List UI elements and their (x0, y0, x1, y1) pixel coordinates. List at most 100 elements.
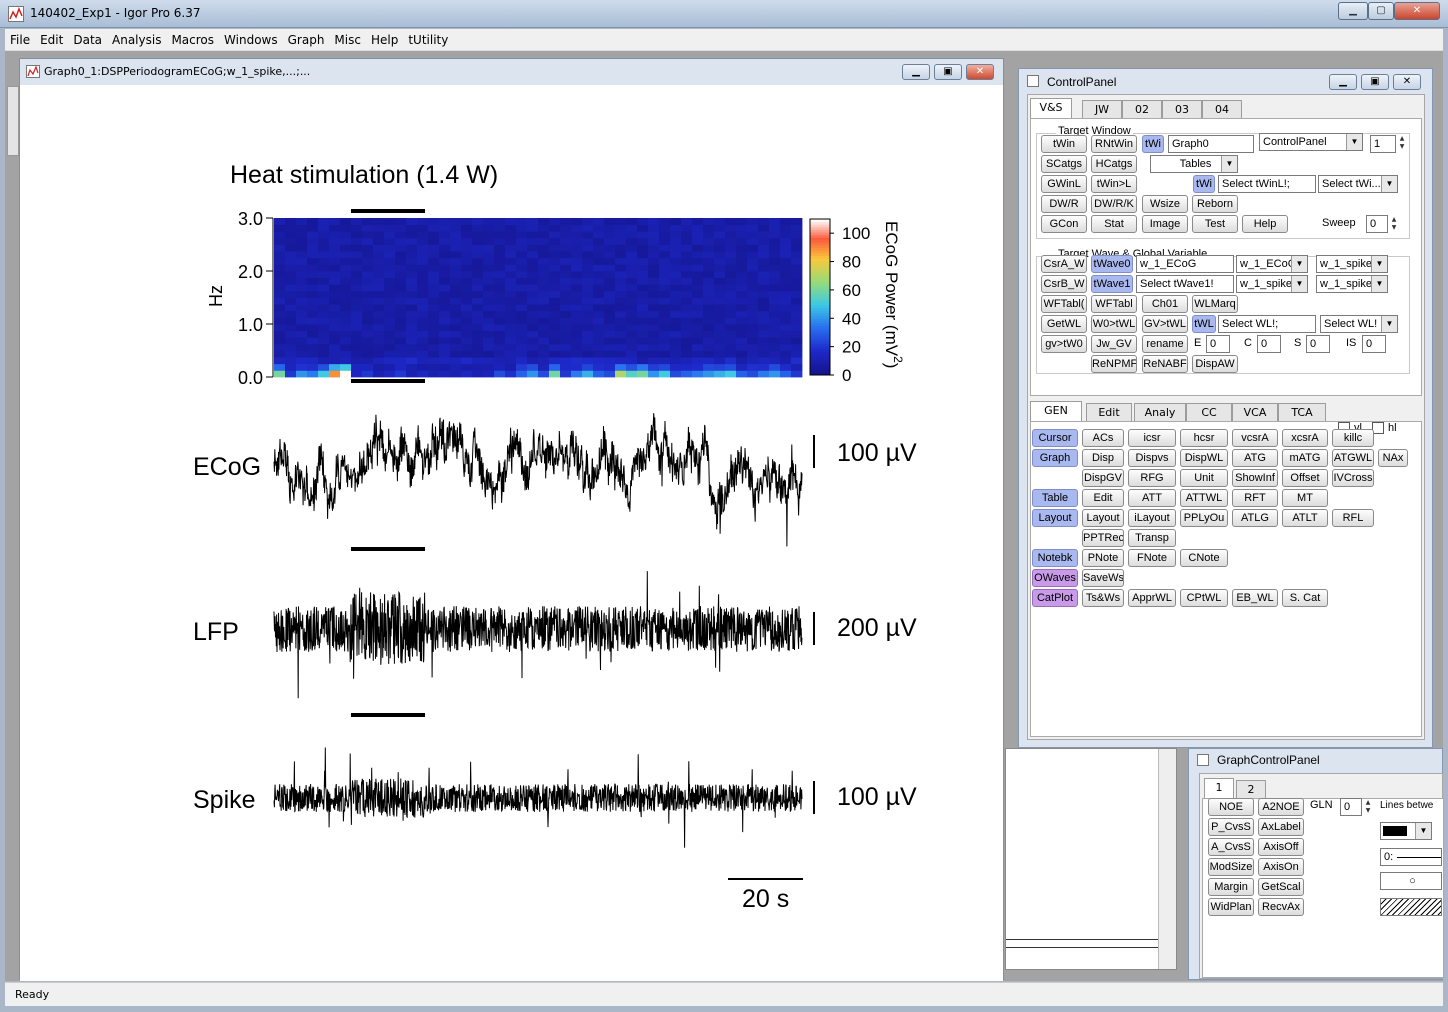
controlpanel-select[interactable]: ControlPanel ▼ (1259, 133, 1363, 151)
a2noe-button[interactable]: A2NOE (1258, 798, 1304, 816)
gen-dispgv-button[interactable]: DispGV (1082, 469, 1124, 487)
gen-acs-button[interactable]: ACs (1082, 429, 1124, 447)
window-number-input[interactable]: 1 (1370, 135, 1396, 153)
menu-tutility[interactable]: tUtility (403, 29, 453, 51)
w0-twl-button[interactable]: W0>tWL (1091, 315, 1137, 333)
gcp-tab-2[interactable]: 2 (1236, 780, 1266, 798)
wl-select[interactable]: Select WL! ▼ (1320, 315, 1398, 333)
gen-ivcross-button[interactable]: IVCross (1332, 469, 1374, 487)
twi-button[interactable]: tWi (1142, 135, 1164, 153)
gen-s-cat-button[interactable]: S. Cat (1282, 589, 1328, 607)
a-cvss-button[interactable]: A_CvsS (1208, 838, 1254, 856)
dw-r-button[interactable]: DW/R (1041, 195, 1087, 213)
scatgs-button[interactable]: SCatgs (1041, 155, 1087, 173)
tab-tca[interactable]: TCA (1278, 403, 1326, 421)
getwl-button[interactable]: GetWL (1041, 315, 1087, 333)
tab-analy[interactable]: Analy (1134, 403, 1186, 421)
gen-eb-wl-button[interactable]: EB_WL (1232, 589, 1278, 607)
twi-select[interactable]: Select tWi... ▼ (1318, 175, 1398, 193)
rntwin-button[interactable]: RNtWin (1091, 135, 1137, 153)
gen-apprwl-button[interactable]: ApprWL (1128, 589, 1176, 607)
tab-gen[interactable]: GEN (1030, 401, 1082, 421)
wftabl-button-2[interactable]: WFTabl (1091, 295, 1137, 313)
gen-rft-button[interactable]: RFT (1232, 489, 1278, 507)
controlpanel-close-button[interactable]: ✕ (1393, 74, 1421, 90)
image-button[interactable]: Image (1142, 215, 1188, 233)
gv-twl-button[interactable]: GV>tWL (1142, 315, 1188, 333)
gcon-button[interactable]: GCon (1041, 215, 1087, 233)
test-button[interactable]: Test (1192, 215, 1238, 233)
tab-02[interactable]: 02 (1122, 100, 1162, 118)
axison-button[interactable]: AxisOn (1258, 858, 1304, 876)
minimize-button[interactable]: ▁ (1338, 2, 1368, 20)
margin-button[interactable]: Margin (1208, 878, 1254, 896)
gwinl-button[interactable]: GWinL (1041, 175, 1087, 193)
graph-window[interactable]: Graph0_1:DSPPeriodogramECoG;w_1_spike,..… (19, 58, 1004, 981)
wlmarq-button[interactable]: WLMarq (1192, 295, 1238, 313)
wave-select-3[interactable]: w_1_spike ▼ (1236, 275, 1308, 293)
is-input[interactable]: 0 (1362, 335, 1386, 353)
tab-04[interactable]: 04 (1202, 100, 1242, 118)
gen-icsr-button[interactable]: icsr (1128, 429, 1176, 447)
gen-atg-button[interactable]: ATG (1232, 449, 1278, 467)
gen-graph-button[interactable]: Graph (1032, 449, 1078, 467)
tab-vca[interactable]: VCA (1232, 403, 1278, 421)
controlpanel-restore-button[interactable]: ▣ (1361, 74, 1389, 90)
gen-vcsra-button[interactable]: vcsrA (1232, 429, 1278, 447)
background-window-scrollbar[interactable] (1158, 749, 1176, 969)
gen-cptwl-button[interactable]: CPtWL (1180, 589, 1228, 607)
target-window-input[interactable]: Graph0 (1168, 135, 1254, 153)
menu-graph[interactable]: Graph (283, 29, 330, 51)
help-button[interactable]: Help (1242, 215, 1288, 233)
twave1-input[interactable]: Select tWave1! (1136, 275, 1234, 293)
gen-atgwl-button[interactable]: ATGWL (1332, 449, 1374, 467)
maximize-button[interactable]: ▢ (1368, 2, 1394, 20)
recvax-button[interactable]: RecvAx (1258, 898, 1304, 916)
menu-edit[interactable]: Edit (35, 29, 68, 51)
gen-pnote-button[interactable]: PNote (1082, 549, 1124, 567)
menu-macros[interactable]: Macros (166, 29, 219, 51)
hcatgs-button[interactable]: HCatgs (1091, 155, 1137, 173)
gen-owaves-button[interactable]: OWaves (1032, 569, 1078, 587)
fill-pattern-select[interactable] (1380, 898, 1442, 916)
gen-killc-button[interactable]: killc (1332, 429, 1374, 447)
gen-rfl-button[interactable]: RFL (1332, 509, 1374, 527)
tab-jw[interactable]: JW (1082, 100, 1122, 118)
gen-ilayout-button[interactable]: iLayout (1128, 509, 1176, 527)
gen-pptrec-button[interactable]: PPTRec (1082, 529, 1124, 547)
c-input[interactable]: 0 (1257, 335, 1281, 353)
gen-pplyou-button[interactable]: PPLyOu (1180, 509, 1228, 527)
twave1-button[interactable]: tWave1 (1091, 275, 1133, 293)
gen-dispwl-button[interactable]: DispWL (1180, 449, 1228, 467)
csra-w-button[interactable]: CsrA_W (1041, 255, 1087, 273)
csrb-w-button[interactable]: CsrB_W (1041, 275, 1087, 293)
menu-data[interactable]: Data (68, 29, 107, 51)
twin-button[interactable]: tWin (1041, 135, 1087, 153)
dispaw-button[interactable]: DispAW (1192, 355, 1238, 373)
wl-input[interactable]: Select WL!; (1218, 315, 1316, 333)
renabf-button[interactable]: ReNABF (1142, 355, 1188, 373)
gen-layout-button[interactable]: Layout (1032, 509, 1078, 527)
graph-canvas[interactable]: Heat stimulation (1.4 W) 3.0 2.0 1.0 0.0 Hz… (20, 85, 1003, 981)
wave-select-1[interactable]: w_1_ECoG ▼ (1236, 255, 1308, 273)
tables-select[interactable]: Tables ▼ (1150, 155, 1238, 173)
tab-edit[interactable]: Edit (1086, 403, 1132, 421)
gln-spinner-icon[interactable]: ▲ ▼ (1364, 799, 1372, 815)
window-number-spinner-icon[interactable]: ▲ ▼ (1398, 135, 1406, 151)
ch01-button[interactable]: Ch01 (1142, 295, 1188, 313)
twi-button-2[interactable]: tWi (1193, 175, 1215, 193)
s-input[interactable]: 0 (1306, 335, 1330, 353)
menu-misc[interactable]: Misc (329, 29, 366, 51)
menu-analysis[interactable]: Analysis (107, 29, 166, 51)
graphcontrolpanel-window[interactable]: GraphControlPanel 1 2 NOE A2NOE GLN 0 ▲ ▼… (1188, 748, 1444, 980)
wsize-button[interactable]: Wsize (1142, 195, 1188, 213)
close-button[interactable]: ✕ (1394, 2, 1440, 20)
wave-select-2[interactable]: w_1_spike ▼ (1316, 255, 1388, 273)
gen-nax-button[interactable]: NAx (1378, 449, 1408, 467)
wave-select-4[interactable]: w_1_spike ▼ (1316, 275, 1388, 293)
background-window[interactable] (1005, 748, 1177, 970)
gv-tw0-button[interactable]: gv>tW0 (1041, 335, 1087, 353)
jw-gv-button[interactable]: Jw_GV (1091, 335, 1137, 353)
tab-vs[interactable]: V&S (1030, 98, 1072, 118)
line-color-select[interactable]: ▼ (1380, 822, 1432, 840)
